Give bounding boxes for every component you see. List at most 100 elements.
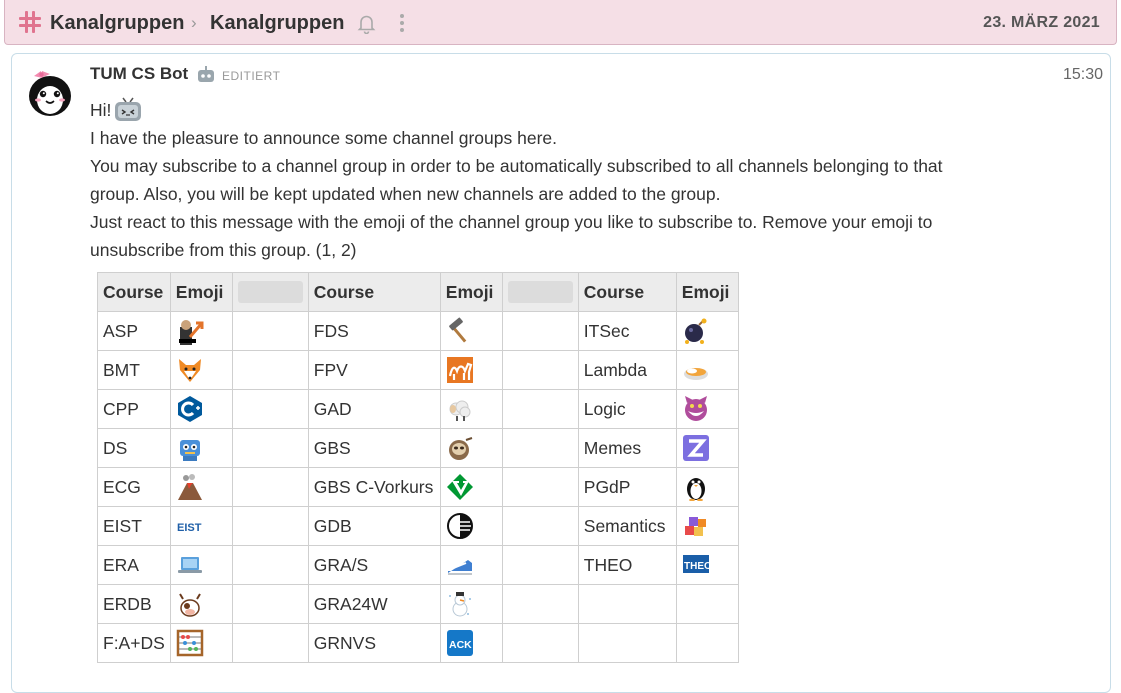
table-row: ERDB GRA24W xyxy=(97,584,739,624)
date-label: 23. MÄRZ 2021 xyxy=(983,14,1100,31)
database-icon xyxy=(446,513,473,539)
intro-text: I have the pleasure to announce some cha… xyxy=(90,128,557,148)
svg-text:ACK: ACK xyxy=(449,639,472,651)
course-cell: GBS C-Vorkurs xyxy=(307,467,441,507)
emoji-cell xyxy=(169,311,233,351)
vim-icon xyxy=(446,474,473,500)
column-header-course: Course xyxy=(307,272,441,312)
column-header-course: Course xyxy=(97,272,171,312)
course-cell: GBS xyxy=(307,428,441,468)
table-row: BMT FPV Lambda xyxy=(97,350,739,390)
z-icon xyxy=(682,435,709,461)
message-body: Hi! I have the pleasure to announce some… xyxy=(90,96,970,264)
sender-name[interactable]: TUM CS Bot xyxy=(90,64,188,84)
greeting-text: Hi! xyxy=(90,100,112,120)
column-header-emoji: Emoji xyxy=(675,272,739,312)
column-header-empty xyxy=(501,272,579,312)
breadcrumb-current[interactable]: Kanalgruppen xyxy=(210,12,344,35)
emoji-cell: ACK xyxy=(439,623,503,663)
emoji-cell xyxy=(675,584,739,624)
emoji-cell xyxy=(675,506,739,546)
eist-logo-icon: EIST xyxy=(177,522,202,534)
course-cell: ERDB xyxy=(97,584,171,624)
emoji-cell xyxy=(675,623,739,663)
message-card: TUM CS Bot EDITIERT 15:30 Hi! I have the… xyxy=(11,53,1111,693)
svg-text:THEO: THEO xyxy=(684,561,710,572)
course-cell: GRA/S xyxy=(307,545,441,585)
bell-icon[interactable] xyxy=(357,14,376,34)
spacer-cell xyxy=(231,545,309,585)
react-text: Just react to this message with the emoj… xyxy=(90,212,933,260)
table-header-row: Course Emoji Course Emoji Course Emoji xyxy=(97,272,739,312)
svg-text:EIST: EIST xyxy=(177,522,202,534)
channel-header: Kanalgruppen › Kanalgruppen 23. MÄRZ 202… xyxy=(4,0,1117,45)
cpp-logo-icon xyxy=(177,396,202,422)
hashtag-icon xyxy=(19,11,41,33)
tv-bot-emoji-icon xyxy=(115,97,142,121)
ack-icon: ACK xyxy=(446,630,473,656)
course-cell: ERA xyxy=(97,545,171,585)
emoji-cell xyxy=(675,467,739,507)
course-cell: FPV xyxy=(307,350,441,390)
curry-icon xyxy=(683,368,708,380)
course-cell: PGdP xyxy=(577,467,677,507)
course-cell: GRNVS xyxy=(307,623,441,663)
abacus-icon xyxy=(176,629,204,657)
channel-group-table: Course Emoji Course Emoji Course Emoji A… xyxy=(97,272,739,663)
bot-icon xyxy=(198,66,214,82)
emoji-cell xyxy=(675,311,739,351)
table-row: CPP GAD Logic xyxy=(97,389,739,429)
course-cell: GDB xyxy=(307,506,441,546)
chevron-right-icon: › xyxy=(191,13,197,32)
emoji-cell: THEO xyxy=(675,545,739,585)
stonks-icon xyxy=(178,320,204,345)
spacer-cell xyxy=(501,623,579,663)
column-header-emoji: Emoji xyxy=(169,272,233,312)
spacer-cell xyxy=(501,467,579,507)
subscribe-text: You may subscribe to a channel group in … xyxy=(90,156,943,204)
breadcrumb-parent[interactable]: Kanalgruppen xyxy=(50,12,184,35)
spacer-cell xyxy=(501,311,579,351)
course-cell: GAD xyxy=(307,389,441,429)
course-cell: BMT xyxy=(97,350,171,390)
spacer-cell xyxy=(501,350,579,390)
course-cell: GRA24W xyxy=(307,584,441,624)
emoji-cell xyxy=(439,545,503,585)
course-cell: DS xyxy=(97,428,171,468)
volcano-icon xyxy=(177,474,202,500)
course-cell: CPP xyxy=(97,389,171,429)
spacer-cell xyxy=(231,428,309,468)
more-options-icon[interactable] xyxy=(398,14,406,34)
course-cell: Lambda xyxy=(577,350,677,390)
hammer-icon xyxy=(448,317,467,343)
course-cell: ECG xyxy=(97,467,171,507)
camel-icon xyxy=(446,357,473,383)
table-row: DS GBS Memes xyxy=(97,428,739,468)
cow-icon xyxy=(178,593,201,617)
course-cell xyxy=(577,623,677,663)
table-row: F:A+DS GRNVS ACK xyxy=(97,623,739,663)
train-icon xyxy=(447,560,472,575)
emoji-cell xyxy=(439,506,503,546)
emoji-cell xyxy=(675,428,739,468)
sheep-icon xyxy=(449,400,471,421)
spacer-cell xyxy=(231,350,309,390)
column-header-emoji: Emoji xyxy=(439,272,503,312)
blocks-icon xyxy=(684,517,706,536)
spacer-cell xyxy=(501,545,579,585)
snowman-icon xyxy=(448,592,471,617)
course-cell: Memes xyxy=(577,428,677,468)
emoji-cell xyxy=(439,389,503,429)
emoji-cell xyxy=(439,584,503,624)
emoji-cell xyxy=(675,350,739,390)
emoji-cell xyxy=(169,584,233,624)
edited-label: EDITIERT xyxy=(222,69,281,83)
penguin-avatar[interactable] xyxy=(26,64,74,118)
emoji-cell xyxy=(439,311,503,351)
sloth-icon xyxy=(448,437,473,460)
course-cell: EIST xyxy=(97,506,171,546)
emoji-cell xyxy=(169,389,233,429)
theo-icon: THEO xyxy=(682,555,710,573)
course-cell: ITSec xyxy=(577,311,677,351)
table-row: ASP FDS ITSec xyxy=(97,311,739,351)
